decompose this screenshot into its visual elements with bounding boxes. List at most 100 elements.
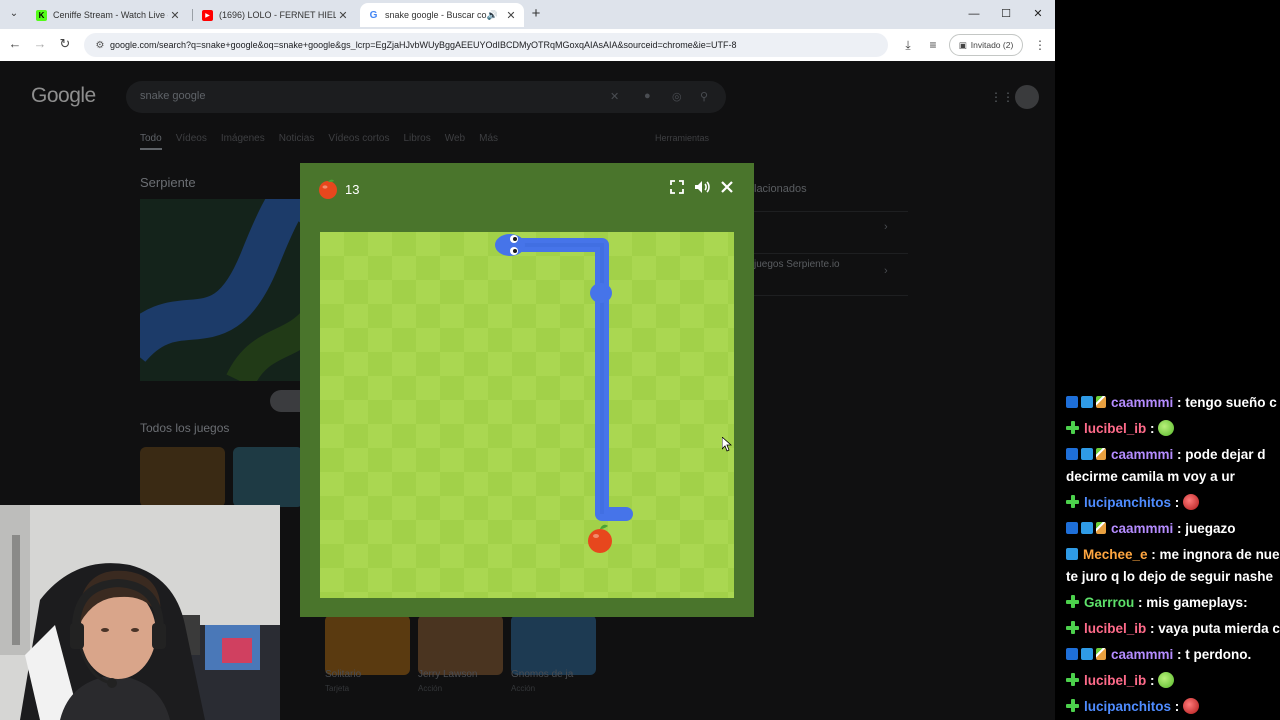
chat-message: lucibel_ib :: [1060, 670, 1280, 696]
menu-kebab-icon[interactable]: ⋮: [1032, 37, 1048, 53]
game-card[interactable]: [140, 447, 225, 507]
game-name[interactable]: Gnomos de ja: [511, 669, 573, 680]
close-icon[interactable]: ✕: [504, 9, 518, 22]
game-board-canvas: [495, 234, 633, 553]
game-card-gnomes[interactable]: [511, 615, 596, 675]
guest-profile-button[interactable]: ▣ Invitado (2): [949, 34, 1023, 56]
result-title[interactable]: Serpiente: [140, 175, 196, 190]
chat-separator: :: [1173, 395, 1186, 410]
search-icon[interactable]: ⚲: [700, 90, 708, 103]
close-icon[interactable]: ✕: [168, 9, 182, 22]
chat-username[interactable]: lucipanchitos: [1084, 495, 1171, 510]
kick-icon: K: [36, 9, 47, 21]
tab-search-icon[interactable]: ⌄: [6, 6, 22, 22]
media-controls-icon[interactable]: ≡: [925, 37, 941, 53]
download-icon[interactable]: ⤓: [900, 37, 916, 53]
game-board[interactable]: [320, 232, 734, 598]
chat-username[interactable]: caammmi: [1111, 647, 1173, 662]
filter-news[interactable]: Noticias: [279, 133, 315, 150]
chat-text: vaya puta mierda c: [1158, 621, 1280, 636]
plus-badge-icon: [1066, 673, 1079, 686]
speaker-icon[interactable]: 🔊: [487, 10, 498, 21]
microphone-icon[interactable]: ●: [644, 90, 651, 102]
filter-more[interactable]: Más: [479, 133, 498, 150]
new-tab-button[interactable]: +: [528, 6, 544, 22]
prime-badge-icon: [1066, 522, 1078, 534]
close-window-icon[interactable]: ✕: [1030, 6, 1046, 22]
forward-arrow-icon[interactable]: →: [32, 36, 48, 52]
chat-message: lucibel_ib :: [1060, 418, 1280, 444]
fullscreen-icon[interactable]: [667, 177, 687, 197]
tab-kick[interactable]: K Ceniffe Stream - Watch Live on ✕: [28, 3, 188, 27]
close-icon[interactable]: ✕: [336, 9, 350, 22]
green-emote-icon: [1158, 672, 1175, 688]
youtube-icon: ▶: [202, 9, 213, 21]
webcam-image: [0, 505, 280, 720]
clear-icon[interactable]: ✕: [610, 90, 619, 103]
tab-google-active[interactable]: G snake google - Buscar con G 🔊 ✕: [360, 3, 524, 27]
webcam-feed: [0, 505, 280, 720]
snake-game-dialog: 13: [300, 163, 754, 617]
chat-message: caammmi : pode dejar d decirme camila m …: [1060, 444, 1280, 492]
plus-badge-icon: [1066, 495, 1079, 508]
game-card[interactable]: [233, 447, 303, 507]
prime-badge-icon: [1066, 448, 1078, 460]
chat-username[interactable]: lucibel_ib: [1084, 621, 1146, 636]
tab-title: Ceniffe Stream - Watch Live on: [53, 10, 168, 20]
avatar[interactable]: [1015, 85, 1039, 109]
apple-icon: [319, 179, 337, 199]
chevron-right-icon[interactable]: ›: [884, 265, 888, 277]
reload-icon[interactable]: ↻: [57, 36, 73, 52]
filter-books[interactable]: Libros: [403, 133, 430, 150]
stream-chat: caammmi : tengo sueño c lucibel_ib : caam…: [1060, 392, 1280, 720]
chat-username[interactable]: Garrrou: [1084, 595, 1134, 610]
sound-icon[interactable]: [692, 177, 712, 197]
prime-badge-icon: [1066, 648, 1078, 660]
chat-username[interactable]: caammmi: [1111, 447, 1173, 462]
filter-web[interactable]: Web: [445, 133, 465, 150]
google-logo[interactable]: Google: [31, 84, 96, 108]
site-info-icon[interactable]: ⚙: [90, 40, 110, 51]
tools-button[interactable]: Herramientas: [655, 133, 709, 143]
address-bar[interactable]: ⚙ google.com/search?q=snake+google&oq=sn…: [84, 33, 888, 57]
plus-badge-icon: [1066, 699, 1079, 712]
green-emote-icon: [1158, 420, 1175, 436]
filter-todo[interactable]: Todo: [140, 133, 162, 150]
related-item[interactable]: juegos Serpiente.io: [754, 259, 840, 270]
game-card-solitaire[interactable]: [325, 615, 410, 675]
chat-username[interactable]: caammmi: [1111, 395, 1173, 410]
game-category: Acción: [418, 684, 443, 693]
tab-youtube[interactable]: ▶ (1696) LOLO - FERNET HIELO (V ✕: [194, 3, 356, 27]
chevron-right-icon[interactable]: ›: [884, 221, 888, 233]
guest-label: Invitado (2): [970, 40, 1014, 50]
filter-images[interactable]: Imágenes: [221, 133, 265, 150]
snake-pupil: [513, 237, 517, 241]
chat-username[interactable]: Mechee_e: [1083, 547, 1148, 562]
maximize-icon[interactable]: ☐: [998, 6, 1014, 22]
chat-username[interactable]: lucipanchitos: [1084, 699, 1171, 714]
plus-badge-icon: [1066, 421, 1079, 434]
search-input[interactable]: snake google ✕ ● ◎ ⚲: [126, 81, 726, 113]
chat-separator: :: [1146, 673, 1159, 688]
divider: [748, 211, 908, 212]
chat-username[interactable]: lucibel_ib: [1084, 421, 1146, 436]
camera-search-icon[interactable]: ◎: [672, 90, 682, 103]
cube-badge-icon: [1081, 448, 1093, 460]
pepper-badge-icon: [1096, 448, 1106, 460]
chat-username[interactable]: caammmi: [1111, 521, 1173, 536]
chat-separator: :: [1147, 547, 1160, 562]
tab-strip: ⌄ K Ceniffe Stream - Watch Live on ✕ ▶ (…: [0, 0, 1055, 29]
minimize-icon[interactable]: —: [966, 6, 982, 22]
close-icon[interactable]: [717, 177, 737, 197]
game-card-jerry-lawson[interactable]: [418, 615, 503, 675]
pepper-badge-icon: [1096, 396, 1106, 408]
chat-username[interactable]: lucibel_ib: [1084, 673, 1146, 688]
game-name[interactable]: Jerry Lawson: [418, 669, 477, 680]
result-thumbnail[interactable]: [140, 199, 305, 381]
game-name[interactable]: Solitario: [325, 669, 361, 680]
filter-videos[interactable]: Vídeos: [176, 133, 207, 150]
search-filters: Todo Vídeos Imágenes Noticias Vídeos cor…: [140, 133, 498, 150]
plus-badge-icon: [1066, 621, 1079, 634]
back-arrow-icon[interactable]: ←: [7, 36, 23, 52]
filter-short-videos[interactable]: Vídeos cortos: [328, 133, 389, 150]
